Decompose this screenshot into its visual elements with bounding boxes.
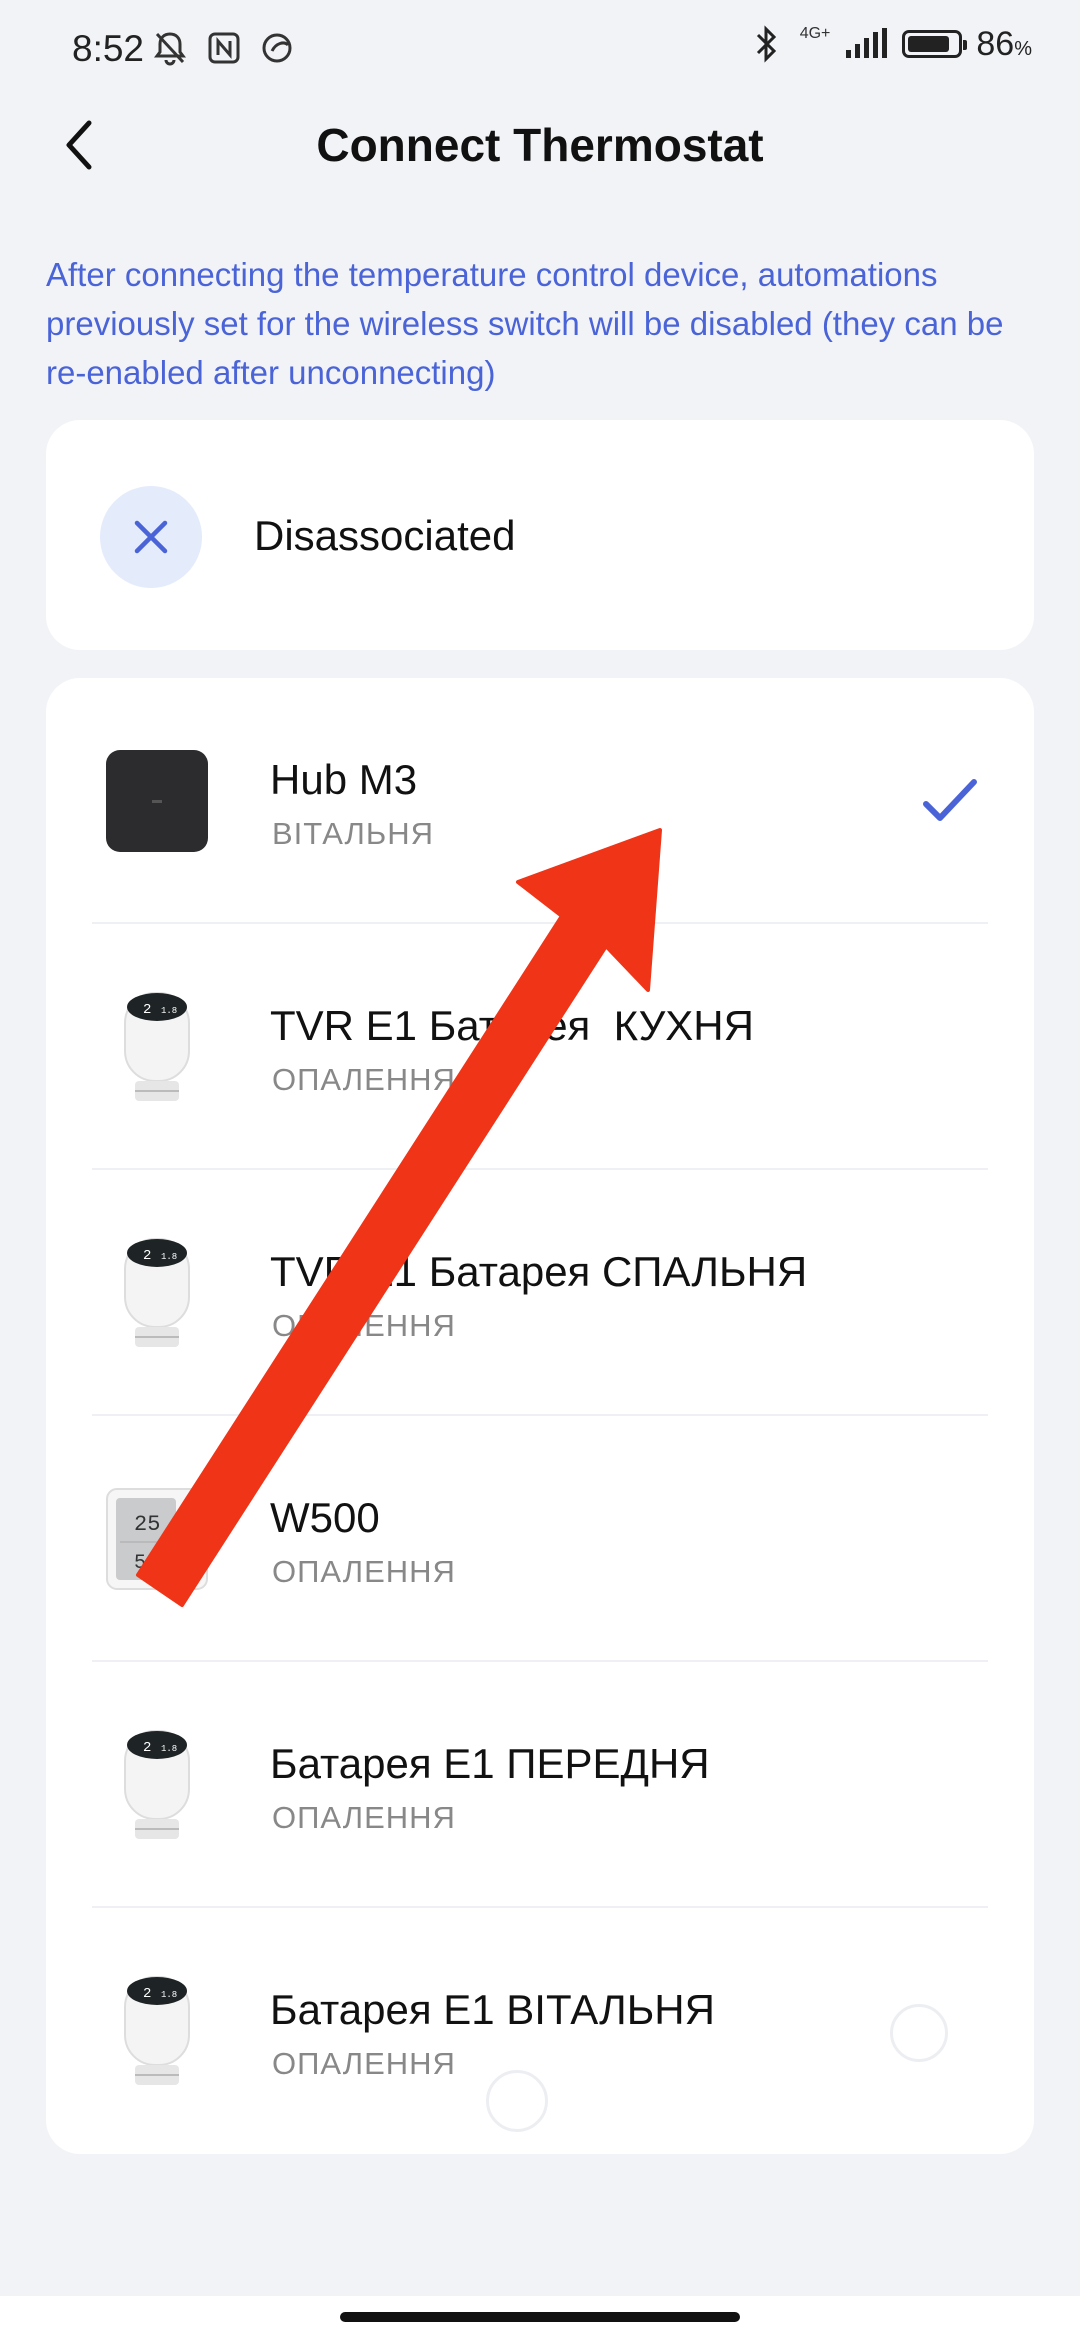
thermostat-valve-icon: 2 1.8 — [102, 1976, 212, 2086]
device-name: W500 — [270, 1494, 380, 1541]
svg-text:1.8: 1.8 — [161, 1990, 177, 2000]
device-name: Hub M3 — [270, 756, 418, 803]
disassociated-label: Disassociated — [254, 512, 516, 559]
status-right-icons: 4G+ 86% — [746, 24, 1032, 64]
svg-text:1.8: 1.8 — [161, 1744, 177, 1754]
home-indicator[interactable] — [340, 2312, 740, 2322]
network-type: 4G+ — [799, 25, 831, 42]
hub-icon — [102, 746, 212, 856]
svg-text:56: 56 — [134, 1552, 158, 1575]
device-row-tvr-kitchen[interactable]: 2 1.8 TVR E1 Батарея КУХНЯ ОПАЛЕННЯ — [46, 924, 1034, 1170]
device-room: ОПАЛЕННЯ — [272, 2046, 456, 2081]
radio-button[interactable] — [890, 2004, 948, 2062]
device-row-hub-m3[interactable]: Hub M3 ВІТАЛЬНЯ — [46, 678, 1034, 924]
device-row-tvr-bedroom[interactable]: 2 1.8 TVR E1 Батарея СПАЛЬНЯ ОПАЛЕННЯ — [46, 1170, 1034, 1416]
device-list: Hub M3 ВІТАЛЬНЯ 2 1.8 TVR E1 Батарея КУХН… — [46, 678, 1034, 2154]
status-time: 8:52 — [72, 28, 145, 69]
device-room: ВІТАЛЬНЯ — [272, 816, 435, 851]
page-title: Connect Thermostat — [316, 119, 764, 171]
status-bar: 8:52 4G+ 86% — [0, 0, 1080, 100]
checkmark-icon — [923, 779, 977, 821]
disassociated-option[interactable]: Disassociated — [46, 420, 1034, 650]
device-room: ОПАЛЕННЯ — [272, 1308, 456, 1343]
device-name: TVR E1 Батарея КУХНЯ — [270, 1002, 754, 1049]
nfc-icon — [204, 28, 244, 68]
silent-bell-icon — [150, 28, 190, 68]
bluetooth-icon — [746, 24, 786, 64]
battery-icon — [902, 30, 968, 58]
svg-text:2: 2 — [143, 1002, 151, 1018]
svg-text:2: 2 — [143, 1740, 151, 1756]
device-name: TVR E1 Батарея СПАЛЬНЯ — [270, 1248, 808, 1295]
svg-text:1.8: 1.8 — [161, 1252, 177, 1262]
battery-percent: 86% — [976, 24, 1032, 63]
device-row-battery-hallway[interactable]: 2 1.8 Батарея E1 ПЕРЕДНЯ ОПАЛЕННЯ — [46, 1662, 1034, 1908]
svg-text:25: 25 — [134, 1512, 160, 1537]
close-icon — [100, 486, 202, 588]
device-room: ОПАЛЕННЯ — [272, 1800, 456, 1835]
svg-text:2: 2 — [143, 1986, 151, 2002]
svg-text:1.8: 1.8 — [161, 1006, 177, 1016]
wall-thermostat-icon: 25 56 — [102, 1484, 212, 1594]
signal-icon — [844, 24, 888, 64]
device-name: Батарея E1 ПЕРЕДНЯ — [270, 1740, 710, 1787]
thermostat-valve-icon: 2 1.8 — [102, 1730, 212, 1840]
touch-indicator — [486, 2070, 548, 2132]
device-room: ОПАЛЕННЯ — [272, 1554, 456, 1589]
status-left-icons — [150, 28, 298, 68]
svg-text:2: 2 — [143, 1248, 151, 1264]
device-name: Батарея E1 ВІТАЛЬНЯ — [270, 1986, 715, 2033]
device-room: ОПАЛЕННЯ — [272, 1062, 456, 1097]
thermostat-valve-icon: 2 1.8 — [102, 1238, 212, 1348]
app-notification-icon — [258, 28, 298, 68]
thermostat-valve-icon: 2 1.8 — [102, 992, 212, 1102]
header: Connect Thermostat — [0, 100, 1080, 190]
info-notice: After connecting the temperature control… — [46, 256, 1004, 391]
device-row-w500[interactable]: 25 56 W500 ОПАЛЕННЯ — [46, 1416, 1034, 1662]
